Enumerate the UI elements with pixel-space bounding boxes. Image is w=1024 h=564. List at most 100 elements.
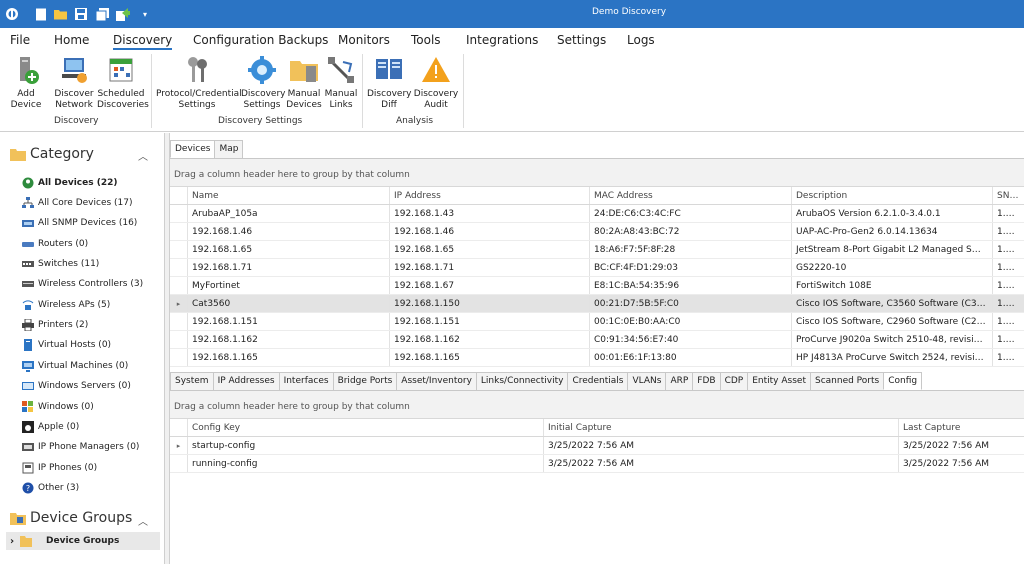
category-all-core-devices[interactable]: All Core Devices (17) — [22, 195, 133, 211]
tab-scanned-ports[interactable]: Scanned Ports — [809, 372, 885, 390]
menu-discovery[interactable]: Discovery — [113, 33, 173, 50]
tab-credentials[interactable]: Credentials — [567, 372, 629, 390]
category-switches[interactable]: Switches (11) — [22, 256, 99, 272]
category-apple[interactable]: Apple (0) — [22, 419, 79, 435]
table-row[interactable]: ▸ Cat3560 192.168.1.150 00:21:D7:5B:5F:C0 Ci… — [170, 295, 1024, 313]
table-cell[interactable]: running-config — [188, 455, 544, 472]
menu-home[interactable]: Home — [54, 33, 89, 47]
table-cell[interactable]: MyFortinet — [188, 277, 390, 294]
tab-vlans[interactable]: VLANs — [627, 372, 667, 390]
table-cell[interactable]: 1.3.6. — [993, 331, 1024, 348]
table-row[interactable]: 192.168.1.162 192.168.1.162 C0:91:34:56:E7… — [170, 331, 1024, 349]
tab-bridge-ports[interactable]: Bridge Ports — [332, 372, 398, 390]
group-by-hint[interactable]: Drag a column header here to group by th… — [170, 159, 1024, 187]
add-device-button[interactable]: Add Device — [3, 54, 49, 111]
table-row[interactable]: 192.168.1.165 192.168.1.165 00:01:E6:1F:13… — [170, 349, 1024, 367]
table-cell[interactable]: ArubaAP_105a — [188, 205, 390, 222]
discover-network-button[interactable]: Discover Network — [53, 54, 95, 111]
table-cell[interactable]: 192.168.1.162 — [188, 331, 390, 348]
table-cell[interactable]: Cat3560 — [188, 295, 390, 312]
table-cell[interactable]: BC:CF:4F:D1:29:03 — [590, 259, 792, 276]
category-collapse-icon[interactable]: ︿ — [138, 148, 148, 163]
table-cell[interactable]: Cisco IOS Software, C3560 Software (C356… — [792, 295, 993, 312]
table-cell[interactable]: 24:DE:C6:C3:4C:FC — [590, 205, 792, 222]
table-cell[interactable]: 192.168.1.65 — [390, 241, 590, 258]
category-header[interactable]: Category — [10, 146, 94, 162]
table-cell[interactable]: E8:1C:BA:54:35:96 — [590, 277, 792, 294]
table-cell[interactable]: 3/25/2022 7:56 AM — [544, 437, 899, 454]
column-snmp-oid[interactable]: SNMP O — [993, 187, 1024, 204]
menu-monitors[interactable]: Monitors — [338, 33, 390, 47]
menu-configuration-backups[interactable]: Configuration Backups — [193, 33, 328, 47]
table-cell[interactable]: 3/25/2022 7:56 AM — [899, 437, 1024, 454]
manual-links-button[interactable]: Manual Links — [324, 54, 358, 111]
discovery-settings-button[interactable]: Discovery Settings — [241, 54, 285, 111]
table-cell[interactable]: 192.168.1.165 — [188, 349, 390, 366]
table-row[interactable]: MyFortinet 192.168.1.67 E8:1C:BA:54:35:96 F… — [170, 277, 1024, 295]
tab-system[interactable]: System — [170, 372, 214, 390]
table-cell[interactable]: HP J4813A ProCurve Switch 2524, revision… — [792, 349, 993, 366]
protocol-credential-settings-button[interactable]: Protocol/Credential Settings — [156, 54, 242, 111]
table-cell[interactable]: 00:01:E6:1F:13:80 — [590, 349, 792, 366]
table-cell[interactable]: 00:21:D7:5B:5F:C0 — [590, 295, 792, 312]
tab-links-connectivity[interactable]: Links/Connectivity — [475, 372, 569, 390]
tab-asset-inventory[interactable]: Asset/Inventory — [396, 372, 477, 390]
table-row[interactable]: ▸ startup-config 3/25/2022 7:56 AM 3/25/202… — [170, 437, 1024, 455]
tab-devices[interactable]: Devices — [170, 140, 216, 158]
discovery-audit-button[interactable]: Discovery Audit — [413, 54, 459, 111]
table-cell[interactable]: ProCurve J9020a Switch 2510-48, revision… — [792, 331, 993, 348]
menu-tools[interactable]: Tools — [411, 33, 441, 47]
table-cell[interactable]: 00:1C:0E:B0:AA:C0 — [590, 313, 792, 330]
device-groups-header[interactable]: Device Groups — [10, 510, 132, 526]
device-groups-collapse-icon[interactable]: ︿ — [138, 513, 148, 528]
manual-devices-button[interactable]: Manual Devices — [286, 54, 322, 111]
table-cell[interactable]: 192.168.1.151 — [390, 313, 590, 330]
table-cell[interactable]: FortiSwitch 108E — [792, 277, 993, 294]
table-row[interactable]: 192.168.1.151 192.168.1.151 00:1C:0E:B0:AA… — [170, 313, 1024, 331]
table-cell[interactable]: UAP-AC-Pro-Gen2 6.0.14.13634 — [792, 223, 993, 240]
menu-logs[interactable]: Logs — [627, 33, 655, 47]
category-wireless-controllers[interactable]: Wireless Controllers (3) — [22, 276, 143, 292]
table-row[interactable]: 192.168.1.65 192.168.1.65 18:A6:F7:5F:8F:2… — [170, 241, 1024, 259]
category-windows[interactable]: Windows (0) — [22, 399, 94, 415]
table-cell[interactable]: 1.3.6. — [993, 295, 1024, 312]
table-cell[interactable]: 1.3.6. — [993, 349, 1024, 366]
tab-cdp[interactable]: CDP — [719, 372, 749, 390]
tab-ip-addresses[interactable]: IP Addresses — [212, 372, 280, 390]
table-row[interactable]: 192.168.1.46 192.168.1.46 80:2A:A8:43:BC:7… — [170, 223, 1024, 241]
category-virtual-machines[interactable]: Virtual Machines (0) — [22, 358, 128, 374]
table-cell[interactable]: 1.3.6. — [993, 259, 1024, 276]
category-ip-phone-managers[interactable]: IP Phone Managers (0) — [22, 439, 139, 455]
column-ip-address[interactable]: IP Address — [390, 187, 590, 204]
table-cell[interactable]: 192.168.1.151 — [188, 313, 390, 330]
table-cell[interactable]: 80:2A:A8:43:BC:72 — [590, 223, 792, 240]
tab-config[interactable]: Config — [883, 372, 923, 390]
category-windows-servers[interactable]: Windows Servers (0) — [22, 378, 131, 394]
category-other[interactable]: ? Other (3) — [22, 480, 79, 496]
table-cell[interactable]: 192.168.1.46 — [188, 223, 390, 240]
menu-integrations[interactable]: Integrations — [466, 33, 538, 47]
table-cell[interactable]: 1.3.6. — [993, 241, 1024, 258]
category-routers[interactable]: Routers (0) — [22, 236, 88, 252]
table-cell[interactable]: 192.168.1.65 — [188, 241, 390, 258]
table-cell[interactable]: 192.168.1.71 — [188, 259, 390, 276]
table-cell[interactable]: 1.3.6. — [993, 277, 1024, 294]
category-virtual-hosts[interactable]: Virtual Hosts (0) — [22, 337, 111, 353]
table-cell[interactable]: ArubaOS Version 6.2.1.0-3.4.0.1 — [792, 205, 993, 222]
table-row[interactable]: 192.168.1.71 192.168.1.71 BC:CF:4F:D1:29:0… — [170, 259, 1024, 277]
table-cell[interactable]: GS2220-10 — [792, 259, 993, 276]
table-cell[interactable]: 192.168.1.162 — [390, 331, 590, 348]
table-cell[interactable]: 192.168.1.46 — [390, 223, 590, 240]
tab-entity-asset[interactable]: Entity Asset — [747, 372, 811, 390]
category-all-devices[interactable]: All Devices (22) — [22, 175, 117, 191]
column-config-key[interactable]: Config Key — [188, 419, 544, 436]
menu-file[interactable]: File — [10, 33, 30, 47]
table-cell[interactable]: JetStream 8-Port Gigabit L2 Managed Swit… — [792, 241, 993, 258]
category-all-snmp-devices[interactable]: All SNMP Devices (16) — [22, 215, 137, 231]
device-groups-tree-item[interactable]: › Device Groups — [6, 532, 160, 550]
group-by-hint[interactable]: Drag a column header here to group by th… — [170, 391, 1024, 419]
table-cell[interactable]: C0:91:34:56:E7:40 — [590, 331, 792, 348]
table-cell[interactable]: 192.168.1.71 — [390, 259, 590, 276]
tab-interfaces[interactable]: Interfaces — [278, 372, 334, 390]
tab-map[interactable]: Map — [214, 140, 244, 158]
